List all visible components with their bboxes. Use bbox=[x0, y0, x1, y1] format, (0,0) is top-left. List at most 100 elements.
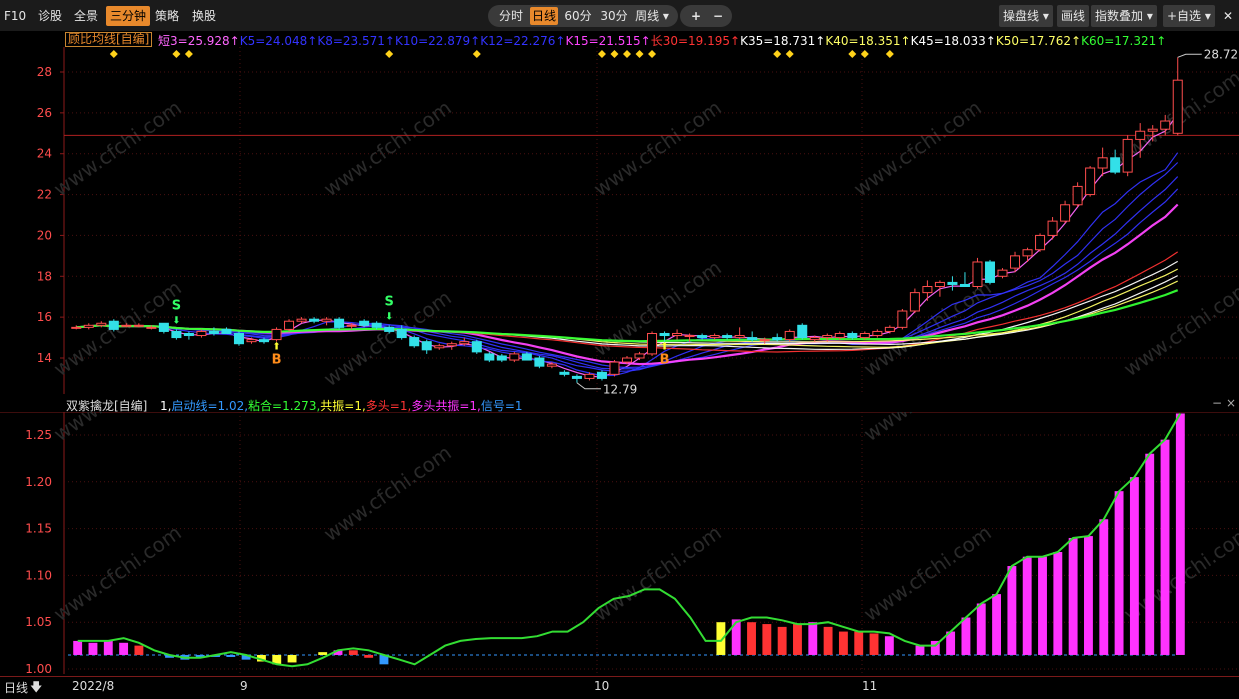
indicator-chart[interactable]: 1.25 1.20 1.15 1.10 1.05 1.00 www.cfchi.com www… bbox=[0, 412, 1239, 674]
candle-body bbox=[1097, 157, 1108, 169]
sub-axis-label-1: 1.20 bbox=[25, 475, 52, 489]
candle-body bbox=[334, 318, 345, 328]
ma-value-8: K40=18.351↑ bbox=[825, 34, 911, 48]
indicator-bar bbox=[318, 652, 328, 655]
period-label[interactable]: 日线 bbox=[4, 679, 28, 696]
candle-body bbox=[609, 361, 620, 375]
toolbar-item-1[interactable]: 诊股 bbox=[38, 6, 62, 26]
minimize-icon[interactable]: − bbox=[1212, 396, 1222, 410]
candle-body bbox=[384, 326, 395, 332]
indicator-bar bbox=[961, 617, 971, 655]
toolbar-item-2[interactable]: 全景 bbox=[74, 6, 98, 26]
ma-value-10: K50=17.762↑ bbox=[995, 34, 1082, 48]
toolbar-right-item-3[interactable]: +自选 ▾ bbox=[1163, 5, 1215, 27]
candle-body bbox=[421, 341, 432, 351]
sub-value-3: 共振=1, bbox=[320, 399, 366, 413]
indicator-bar bbox=[1053, 552, 1063, 655]
indicator-bar bbox=[838, 631, 848, 655]
candle-body bbox=[158, 322, 169, 332]
period-tab-0[interactable]: 分时 bbox=[496, 5, 526, 27]
close-icon[interactable]: ✕ bbox=[1219, 5, 1239, 27]
buy-marker-3: B bbox=[660, 353, 670, 368]
sub-value-4: 多头=1, bbox=[365, 399, 412, 413]
toolbar-right-item-0[interactable]: 操盘线 ▾ bbox=[999, 5, 1053, 27]
candle-body bbox=[859, 332, 870, 339]
indicator-bar bbox=[1114, 491, 1124, 655]
buy-arrow-icon: ⬆ bbox=[272, 342, 280, 353]
indicator-bar bbox=[1038, 556, 1047, 655]
period-tab-4[interactable]: 周线 ▾ bbox=[632, 5, 672, 27]
ma-value-11: K60=17.321↑ bbox=[1081, 34, 1167, 48]
candle-body bbox=[797, 324, 808, 339]
price-label-2: 24 bbox=[37, 147, 52, 161]
zoom-in-button[interactable]: + bbox=[686, 5, 706, 27]
ma-value-7: K35=18.731↑ bbox=[740, 34, 826, 48]
sub-axis-label-5: 1.00 bbox=[25, 662, 52, 674]
candle-body bbox=[621, 357, 633, 363]
price-label-0: 28 bbox=[37, 65, 52, 79]
indicator-bar bbox=[1068, 537, 1078, 655]
sell-marker-2: S bbox=[384, 294, 393, 309]
date-axis: 日线 🡇 2022/8 9 10 11 bbox=[0, 676, 1239, 697]
toolbar-right-item-2[interactable]: 指数叠加 ▾ bbox=[1091, 5, 1157, 27]
toolbar-right-item-1[interactable]: 画线 bbox=[1057, 5, 1090, 27]
period-tab-3[interactable]: 30分 bbox=[598, 5, 630, 27]
indicator-bar bbox=[747, 622, 756, 655]
candle-body bbox=[596, 371, 607, 379]
candle-body bbox=[984, 261, 995, 283]
toolbar-item-0[interactable]: F10 bbox=[4, 6, 26, 26]
candle-body bbox=[1172, 79, 1183, 134]
candle-body bbox=[659, 332, 670, 337]
date-label-2: 10 bbox=[594, 679, 610, 693]
candle-body bbox=[359, 320, 370, 326]
candle-body bbox=[1060, 204, 1071, 222]
indicator-bar bbox=[1145, 453, 1155, 655]
ma-value-0: 短3=25.928↑ bbox=[158, 34, 240, 48]
indicator-bar bbox=[1022, 556, 1032, 655]
candle-body bbox=[409, 337, 420, 347]
candle-body bbox=[784, 330, 795, 341]
indicator-bar bbox=[762, 624, 772, 655]
candlestick-chart[interactable]: 2826242220181614www.cfchi.com www.cfchi.c… bbox=[0, 47, 1239, 396]
candle-body bbox=[1085, 167, 1096, 196]
sub-axis-label-2: 1.15 bbox=[25, 522, 52, 536]
period-tab-1[interactable]: 日线 bbox=[530, 7, 558, 25]
candle-body bbox=[346, 324, 357, 327]
toolbar-item-5[interactable]: 换股 bbox=[192, 6, 216, 26]
candle-body bbox=[834, 332, 845, 339]
sub-value-0: 1, bbox=[160, 399, 172, 413]
period-tab-2[interactable]: 60分 bbox=[562, 5, 594, 27]
indicator-bar bbox=[287, 654, 297, 663]
main-indicator-header: 顾比均线[自编] 短3=25.928↑K5=24.048↑K8=23.571↑K… bbox=[0, 31, 1239, 48]
candle-body bbox=[471, 341, 482, 353]
ma-value-6: 长30=19.195↑ bbox=[650, 34, 741, 48]
candle-body bbox=[1072, 185, 1083, 206]
close-panel-icon[interactable]: × bbox=[1226, 396, 1236, 410]
candle-body bbox=[484, 353, 495, 361]
candle-body bbox=[496, 355, 507, 361]
candle-body bbox=[208, 330, 219, 334]
candle-body bbox=[133, 324, 144, 327]
candle-body bbox=[959, 283, 970, 287]
candle-body bbox=[146, 326, 157, 329]
candle-body bbox=[634, 353, 645, 359]
candle-body bbox=[71, 326, 82, 329]
zoom-controls: + − bbox=[680, 5, 732, 27]
toolbar-item-4[interactable]: 策略 bbox=[155, 6, 179, 26]
candle-body bbox=[1110, 157, 1121, 173]
zoom-out-button[interactable]: − bbox=[708, 5, 728, 27]
candle-body bbox=[909, 292, 920, 312]
indicator-bar bbox=[73, 640, 83, 655]
indicator-bar bbox=[854, 631, 864, 655]
candle-body bbox=[872, 330, 883, 337]
candle-body bbox=[196, 330, 207, 337]
indicator-bar bbox=[226, 654, 236, 657]
candle-body bbox=[972, 261, 983, 288]
toolbar-item-3[interactable]: 三分钟 bbox=[106, 6, 151, 26]
sub-axis-label-0: 1.25 bbox=[25, 428, 52, 442]
date-label-0: 2022/8 bbox=[72, 679, 115, 693]
indicator-bar bbox=[1084, 536, 1093, 655]
main-indicator-selector[interactable]: 顾比均线[自编] bbox=[65, 32, 153, 47]
sub-value-5: 多头共振=1, bbox=[411, 399, 481, 413]
price-label-6: 16 bbox=[37, 310, 52, 324]
